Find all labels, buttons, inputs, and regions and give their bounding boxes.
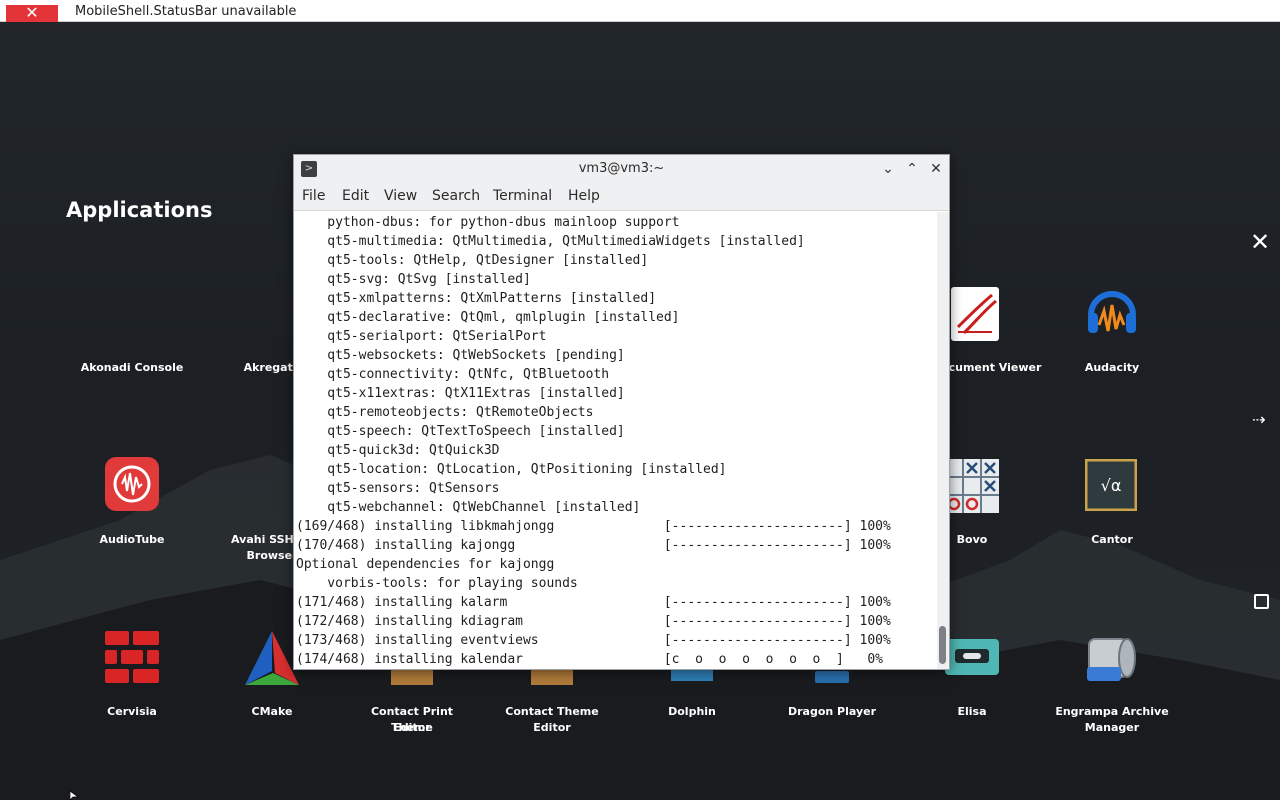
contact-print-theme-icon bbox=[391, 669, 433, 685]
terminal-line: qt5-remoteobjects: QtRemoteObjects bbox=[296, 405, 594, 420]
terminal-line: Optional dependencies for kajongg bbox=[296, 557, 555, 572]
close-button[interactable]: ✕ bbox=[6, 3, 58, 22]
akonadi-console-icon bbox=[105, 285, 159, 339]
terminal-line: qt5-location: QtLocation, QtPositioning … bbox=[296, 462, 727, 477]
terminal-line: (171/468) installing kalarm [-----------… bbox=[296, 595, 891, 610]
overview-square-icon[interactable] bbox=[1254, 594, 1269, 609]
menu-view[interactable]: View bbox=[384, 188, 417, 204]
terminal-line: qt5-xmlpatterns: QtXmlPatterns [installe… bbox=[296, 291, 657, 306]
terminal-scrollbar[interactable] bbox=[937, 212, 949, 669]
scrollbar-thumb[interactable] bbox=[939, 626, 946, 664]
document-viewer-icon bbox=[951, 287, 999, 341]
chevron-down-icon: ⌄ bbox=[882, 161, 894, 177]
cantor-icon: √α bbox=[1085, 459, 1137, 511]
mouse-cursor-icon bbox=[70, 791, 80, 800]
terminal-line: qt5-svg: QtSvg [installed] bbox=[296, 272, 531, 287]
terminal-line: qt5-declarative: QtQml, qmlplugin [insta… bbox=[296, 310, 680, 325]
terminal-line: qt5-x11extras: QtX11Extras [installed] bbox=[296, 386, 625, 401]
terminal-line: qt5-speech: QtTextToSpeech [installed] bbox=[296, 424, 625, 439]
terminal-line: python-dbus: for python-dbus mainloop su… bbox=[296, 215, 680, 230]
menu-search[interactable]: Search bbox=[432, 188, 480, 204]
menu-terminal[interactable]: Terminal bbox=[493, 188, 552, 204]
terminal-line: qt5-connectivity: QtNfc, QtBluetooth bbox=[296, 367, 610, 382]
chevron-up-icon: ⌃ bbox=[906, 161, 918, 177]
switch-arrow-icon[interactable]: ⇢ bbox=[1252, 410, 1272, 430]
close-icon: ✕ bbox=[930, 161, 942, 177]
terminal-line: qt5-quick3d: QtQuick3D bbox=[296, 443, 500, 458]
page-title: Applications bbox=[66, 198, 213, 222]
close-launcher-icon[interactable]: ✕ bbox=[1250, 230, 1274, 254]
menu-file[interactable]: File bbox=[302, 188, 325, 204]
cervisia-icon bbox=[105, 631, 159, 683]
terminal-line: vorbis-tools: for playing sounds bbox=[296, 576, 578, 591]
terminal-line: (169/468) installing libkmahjongg [-----… bbox=[296, 519, 891, 534]
engrampa-icon bbox=[1087, 638, 1136, 681]
terminal-line: (173/468) installing eventviews [-------… bbox=[296, 633, 891, 648]
maximize-button[interactable]: ⌃ bbox=[902, 159, 922, 179]
terminal-window[interactable]: > vm3@vm3:~ ⌄ ⌃ ✕ File Edit View Search … bbox=[293, 154, 950, 670]
svg-text:√α: √α bbox=[1101, 476, 1122, 495]
close-icon: ✕ bbox=[25, 3, 39, 22]
menu-help[interactable]: Help bbox=[568, 188, 600, 204]
terminal-line: qt5-multimedia: QtMultimedia, QtMultimed… bbox=[296, 234, 805, 249]
terminal-line: (174/468) installing kalendar [c o o o o… bbox=[296, 652, 883, 667]
dragon-player-icon bbox=[815, 671, 849, 683]
window-close-button[interactable]: ✕ bbox=[926, 159, 946, 179]
mobileshell-statusbar: ✕ MobileShell.StatusBar unavailable bbox=[0, 0, 1280, 22]
terminal-line: qt5-websockets: QtWebSockets [pending] bbox=[296, 348, 625, 363]
menu-edit[interactable]: Edit bbox=[342, 188, 369, 204]
menu-bar: File Edit View Search Terminal Help bbox=[294, 183, 949, 211]
window-title: vm3@vm3:~ bbox=[578, 161, 665, 176]
audiotube-icon bbox=[105, 457, 159, 511]
terminal-line: (172/468) installing kdiagram [---------… bbox=[296, 614, 891, 629]
terminal-line: qt5-serialport: QtSerialPort bbox=[296, 329, 547, 344]
terminal-line: qt5-sensors: QtSensors bbox=[296, 481, 500, 496]
elisa-icon bbox=[945, 639, 999, 675]
bovo-icon bbox=[945, 459, 999, 513]
audacity-icon bbox=[1088, 291, 1136, 333]
terminal-line: (170/468) installing kajongg [----------… bbox=[296, 538, 891, 553]
window-titlebar[interactable]: > vm3@vm3:~ ⌄ ⌃ ✕ bbox=[294, 155, 949, 183]
terminal-line: qt5-tools: QtHelp, QtDesigner [installed… bbox=[296, 253, 649, 268]
statusbar-message: MobileShell.StatusBar unavailable bbox=[75, 4, 297, 19]
minimize-button[interactable]: ⌄ bbox=[878, 159, 898, 179]
terminal-line: qt5-webchannel: QtWebChannel [installed] bbox=[296, 500, 641, 515]
dolphin-icon bbox=[671, 669, 713, 681]
contact-theme-editor-icon bbox=[531, 669, 573, 685]
cmake-icon bbox=[245, 631, 299, 685]
terminal-output[interactable]: python-dbus: for python-dbus mainloop su… bbox=[294, 212, 937, 669]
